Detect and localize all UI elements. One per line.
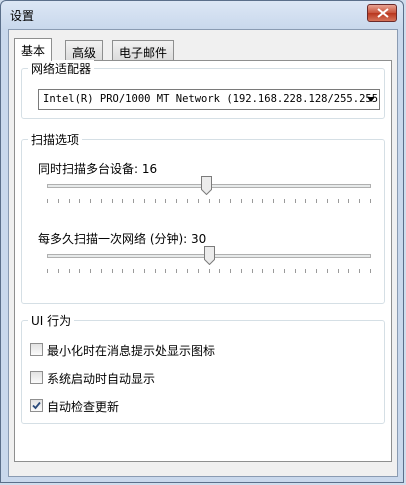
concurrent-scan-label: 同时扫描多台设备: 16 [38,162,158,176]
network-adapter-group: 网络适配器 Intel(R) PRO/1000 MT Network (192.… [21,60,385,119]
ui-behavior-group: UI 行为 最小化时在消息提示处显示图标 系统启动时自动显示 自动检查更新 [21,312,385,424]
tab-advanced-label: 高级 [72,46,97,60]
close-icon [377,8,389,18]
auto-update-label: 自动检查更新 [47,400,120,414]
ui-behavior-title: UI 行为 [28,312,75,329]
tab-panel-basic: 网络适配器 Intel(R) PRO/1000 MT Network (192.… [14,60,392,462]
autostart-show-label: 系统启动时自动显示 [47,372,156,386]
checkmark-icon [32,401,41,410]
network-adapter-select[interactable]: Intel(R) PRO/1000 MT Network (192.168.22… [38,89,380,110]
network-adapter-title: 网络适配器 [28,60,95,77]
tab-basic[interactable]: 基本 [14,38,53,61]
minimize-tray-icon-label: 最小化时在消息提示处显示图标 [47,344,216,358]
chevron-down-icon [367,97,375,102]
tab-advanced[interactable]: 高级 [65,40,104,60]
tab-email[interactable]: 电子邮件 [112,40,175,60]
scan-interval-ticks [47,269,371,273]
settings-window: 设置 基本 高级 电子邮件 网络适配器 Intel(R) PRO/1000 MT… [0,0,404,483]
scan-options-group: 扫描选项 同时扫描多台设备: 16 每多久扫描一次网络 (分钟): 30 [21,131,385,304]
concurrent-scan-slider-thumb[interactable] [200,176,212,195]
scan-interval-label: 每多久扫描一次网络 (分钟): 30 [38,232,207,246]
concurrent-scan-ticks [47,199,371,203]
scan-interval-slider-thumb[interactable] [204,246,215,265]
window-title: 设置 [10,9,35,23]
tab-basic-label: 基本 [21,44,46,58]
dialog-client-area: 基本 高级 电子邮件 网络适配器 Intel(R) PRO/1000 MT Ne… [8,29,398,477]
tab-email-label: 电子邮件 [119,46,168,60]
network-adapter-value: Intel(R) PRO/1000 MT Network (192.168.22… [43,93,379,105]
close-button[interactable] [367,4,397,22]
minimize-tray-icon-checkbox[interactable] [30,343,43,356]
autostart-show-checkbox[interactable] [30,371,43,384]
scan-options-title: 扫描选项 [28,131,83,148]
auto-update-checkbox[interactable] [30,399,43,412]
